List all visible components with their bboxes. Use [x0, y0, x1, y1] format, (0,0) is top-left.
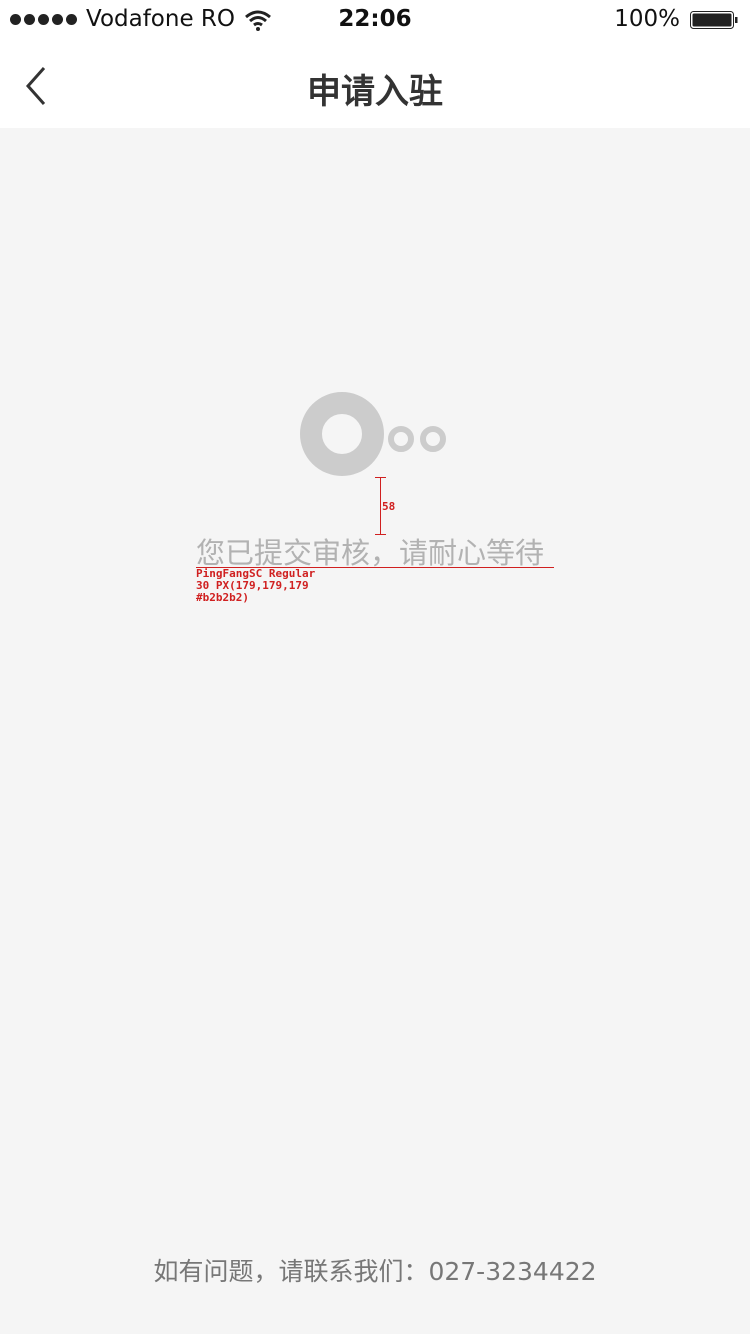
spacing-label: 58 — [382, 500, 396, 513]
font-spec-annotation: PingFangSC Regular 30 PX(179,179,179 #b2… — [196, 568, 315, 604]
loading-logo-icon — [300, 392, 446, 476]
measure-line — [380, 477, 381, 534]
battery-icon — [690, 11, 738, 29]
status-message: 您已提交审核，请耐心等待 — [196, 536, 545, 570]
page-title: 申请入驻 — [307, 72, 443, 112]
font-spec-line: #b2b2b2) — [196, 591, 249, 604]
battery-percent: 100% — [614, 6, 680, 32]
status-bar: Vodafone RO 22:06 100% — [0, 0, 750, 40]
contact-text: 如有问题，请联系我们：027-3234422 — [153, 1257, 597, 1286]
nav-bar: 申请入驻 — [0, 40, 750, 128]
